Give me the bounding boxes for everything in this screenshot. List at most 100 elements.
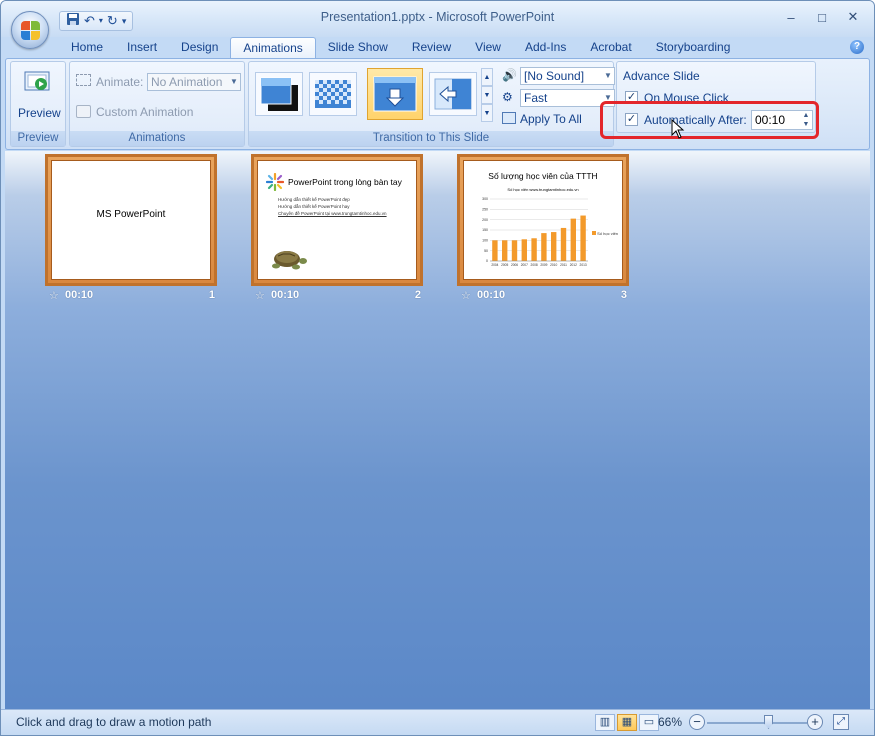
tab-acrobat[interactable]: Acrobat [578,37,643,59]
animations-group-label: Animations [70,131,244,146]
normal-view-icon[interactable]: ▥ [595,714,615,731]
tab-add-ins[interactable]: Add-Ins [513,37,578,59]
slide-1-time: 00:10 [65,289,94,301]
slide-1-info: ☆ 00:10 1 [49,289,221,303]
help-icon[interactable]: ? [850,40,864,54]
sparkle-logo-icon [266,173,284,191]
chart-y-tick-label: 200 [482,218,488,222]
animate-icon [76,74,91,86]
chart-x-tick-label: 2007 [521,263,528,267]
slide-2-time: 00:10 [271,289,300,301]
tab-insert[interactable]: Insert [115,37,169,59]
cover-left-transition-icon [434,78,472,110]
chart-legend-label: Số học viên [597,231,619,236]
chart-x-tick-label: 2006 [511,263,518,267]
title-bar: ↶ ▾ ↻ ▾ Presentation1.pptx - Microsoft P… [1,1,874,37]
tab-review[interactable]: Review [400,37,463,59]
chart-legend: Số học viên [592,231,618,236]
slide-2-content: PowerPoint trong lòng bàn tay Hướng dẫn … [257,160,417,280]
chart-x-tick-label: 2013 [580,263,587,267]
chart-bar [570,218,576,261]
zoom-slider[interactable] [707,722,807,724]
tab-slide-show[interactable]: Slide Show [316,37,400,59]
fade-transition-icon [260,77,298,111]
transition-gallery-item-cover-down[interactable] [367,68,423,120]
office-logo-icon [21,21,41,41]
fit-to-window-icon[interactable]: ⤢ [833,714,849,730]
chart-x-tick-label: 2004 [491,263,498,267]
gallery-more-button[interactable]: ▼ [481,104,493,122]
chart-bar [541,233,547,261]
transition-group-label: Transition to This Slide [249,131,613,146]
chart-y-tick-label: 0 [486,259,488,263]
slide-3-content: Số lượng học viên của TTTH Số học viên w… [463,160,623,280]
tab-animations[interactable]: Animations [230,37,316,59]
transition-star-icon[interactable]: ☆ [49,289,59,302]
powerpoint-window: ↶ ▾ ↻ ▾ Presentation1.pptx - Microsoft P… [0,0,875,736]
gallery-up-button[interactable]: ▲ [481,68,493,86]
tab-design[interactable]: Design [169,37,230,59]
chart-y-tick-label: 150 [482,228,488,232]
zoom-level[interactable]: 66% [658,715,682,729]
chart-x-tick-label: 2010 [550,263,557,267]
animate-dropdown[interactable]: No Animation ▼ [147,73,241,91]
chart-bar [560,227,567,261]
slide-2-info: ☆ 00:10 2 [255,289,427,303]
transition-gallery-item-dissolve[interactable] [309,72,357,116]
chart-y-tick-label: 250 [482,208,488,212]
maximize-button[interactable]: □ [807,7,837,27]
speed-icon: ⚙ [502,90,513,104]
slide-sorter-area: MS PowerPoint ☆ 00:10 1 PowerPoint trong… [5,151,870,709]
zoom-out-icon[interactable]: − [689,714,705,730]
chart-bar [492,240,498,261]
chevron-down-icon: ▼ [604,71,612,80]
transition-star-icon[interactable]: ☆ [255,289,265,302]
mouse-cursor-icon [671,119,685,139]
minimize-button[interactable]: – [776,7,806,27]
tab-view[interactable]: View [463,37,513,59]
sound-icon: 🔊 [502,68,517,82]
gallery-down-button[interactable]: ▼ [481,86,493,104]
preview-button[interactable]: Preview [15,66,61,124]
cover-down-transition-icon [373,76,417,112]
office-button[interactable] [11,11,49,49]
apply-to-all-button[interactable]: Apply To All [520,112,582,126]
preview-group-label: Preview [11,131,65,146]
preview-group: Preview Preview [10,61,66,147]
slide-thumbnail-1[interactable]: MS PowerPoint [45,154,217,286]
transition-speed-value: Fast [524,91,548,105]
window-controls: – □ ✕ [776,7,868,27]
transition-gallery-item-fade[interactable] [255,72,303,116]
apply-all-icon [502,112,516,124]
tab-home[interactable]: Home [59,37,115,59]
slide-show-view-icon[interactable]: ▭ [639,714,659,731]
chart-y-tick-label: 300 [482,197,488,201]
zoom-in-icon[interactable]: + [807,714,823,730]
chart-x-tick-label: 2009 [540,263,547,267]
chart-bar [511,240,518,261]
chart-bar [580,215,586,261]
transition-sound-value: [No Sound] [524,69,585,83]
transition-sound-dropdown[interactable]: [No Sound] ▼ [520,67,615,85]
animate-label: Animate: [96,75,144,89]
tab-storyboarding[interactable]: Storyboarding [644,37,743,59]
custom-animation-icon [76,105,91,118]
custom-animation-button[interactable]: Custom Animation [96,105,193,119]
slide-thumbnail-2[interactable]: PowerPoint trong lòng bàn tay Hướng dẫn … [251,154,423,286]
slide-2-number: 2 [414,289,421,301]
slide-sorter-view-icon[interactable]: ▦ [617,714,637,731]
chart-bar [551,232,557,261]
close-button[interactable]: ✕ [838,7,868,27]
transition-gallery-item-cover-left[interactable] [429,72,477,116]
ribbon-tabs: Home Insert Design Animations Slide Show… [59,37,742,59]
status-message: Click and drag to draw a motion path [16,715,212,729]
slide-thumbnail-3[interactable]: Số lượng học viên của TTTH Số học viên w… [457,154,629,286]
slide-3-title: Số lượng học viên của TTTH [488,171,598,181]
slide-1-content: MS PowerPoint [51,160,211,280]
zoom-slider-thumb[interactable] [764,715,773,729]
transition-star-icon[interactable]: ☆ [461,289,471,302]
chart-legend-swatch [592,231,596,235]
chevron-down-icon: ▼ [230,77,238,86]
animate-value: No Animation [151,75,223,89]
chart-x-tick-label: 2012 [570,263,577,267]
